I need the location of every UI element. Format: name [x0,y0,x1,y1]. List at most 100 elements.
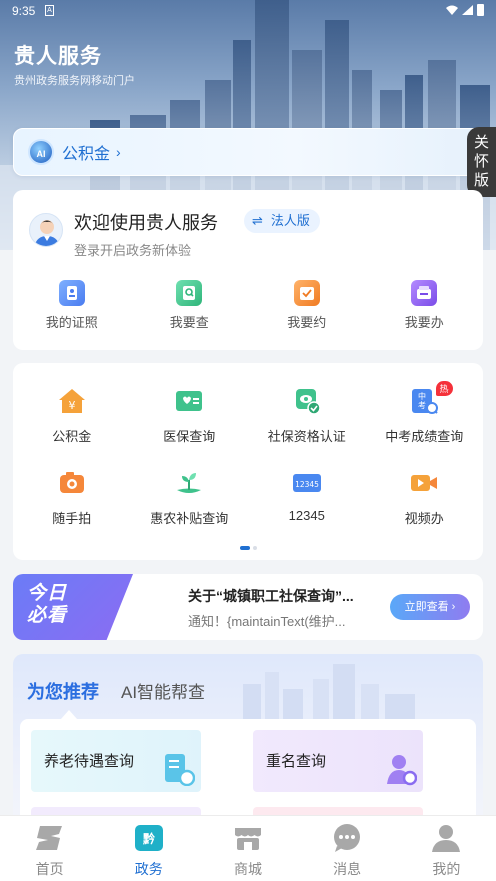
rec-item-pension[interactable]: 养老待遇查询 [31,730,201,792]
tab-label: 政务 [134,861,163,877]
service-social-auth[interactable]: 社保资格认证 [248,383,366,465]
service-12345[interactable]: 12345 12345 [248,465,366,547]
notice-body: 通知！{maintainText(维护... [188,614,346,629]
signal-icon [462,5,473,15]
video-camera-icon [409,468,439,498]
hotline-12345-icon: 12345 [292,468,322,498]
svg-text:12345: 12345 [295,480,319,489]
gjj-quick-entry[interactable]: AI 公积金 › [13,128,483,176]
tab-home[interactable]: 首页 [0,816,99,881]
ai-assistant-icon: AI [28,139,54,165]
app-subtitle: 贵州政务服务网移动门户 [14,75,135,87]
quick-my-licenses[interactable]: 我的证照 [13,280,131,340]
message-icon [331,822,363,854]
service-label: 医保查询 [163,429,216,444]
care-mode-label-3: 版 [473,172,489,189]
avatar[interactable] [29,213,63,247]
sim-icon: A [45,5,54,16]
status-bar: 9:35 A [0,0,496,22]
camera-icon [57,468,87,498]
tab-pointer [61,710,77,719]
rec-item-label: 重名查询 [266,753,327,770]
rec-item-name-check[interactable]: 重名查询 [253,730,423,792]
services-card: ¥ 公积金 医保查询 社保资格认证 热 中考 中考成绩查询 随手拍 惠农补贴查询… [13,363,483,560]
tab-ai-help[interactable]: AI智能帮查 [121,678,205,703]
notice-title: 关于“城镇职工社保查询”... [188,588,354,604]
service-farm-subsidy[interactable]: 惠农补贴查询 [131,465,249,547]
app-title: 贵人服务 [14,45,102,68]
tab-profile[interactable]: 我的 [397,816,496,881]
tab-label: 商城 [233,861,262,877]
exam-search-icon: 中考 [409,386,439,416]
service-label: 随手拍 [52,511,92,526]
pager-dots [13,537,483,555]
sprout-icon [174,468,204,498]
quick-label: 我要办 [404,315,444,330]
tab-recommend[interactable]: 为您推荐 [27,678,99,704]
quick-label: 我要约 [287,315,327,330]
service-medical[interactable]: 医保查询 [131,383,249,465]
service-gjj[interactable]: ¥ 公积金 [13,383,131,465]
status-time: 9:35 [12,4,36,18]
svg-text:¥: ¥ [68,399,75,412]
rec-item-label: 养老待遇查询 [44,753,135,770]
today-tag-line1: 今日 [27,583,68,604]
svg-text:中: 中 [418,391,426,401]
care-mode-toggle[interactable]: 关 怀 版 [467,127,496,197]
home-logo-icon [34,822,66,854]
tab-label: 消息 [333,861,362,877]
swap-icon: ⇌ [252,213,263,228]
quick-label: 我要查 [169,315,209,330]
tab-label: 我的 [432,861,461,877]
quick-query[interactable]: 我要查 [131,280,249,340]
store-icon [232,822,264,854]
id-card-icon [58,280,85,306]
today-notice-card[interactable]: 今日 必看 关于“城镇职工社保查询”... 通知！{maintainText(维… [13,574,483,640]
gov-affairs-icon: 黔 [133,822,165,854]
corp-version-button[interactable]: ⇌ 法人版 [244,209,320,233]
social-auth-icon [292,386,322,416]
view-now-button[interactable]: 立即查看 › [390,594,470,620]
care-mode-label-1: 关 [473,134,489,151]
tab-messages[interactable]: 消息 [298,816,397,881]
wifi-icon [446,5,458,15]
welcome-title: 欢迎使用贵人服务 [74,213,218,233]
svg-text:黔: 黔 [143,831,155,846]
service-label: 中考成绩查询 [385,429,464,444]
bottom-tab-bar: 首页 黔 政务 商城 消息 我的 [0,815,496,881]
svg-text:考: 考 [418,401,426,410]
welcome-card: 欢迎使用贵人服务 ⇌ 法人版 登录开启政务新体验 我的证照 我要查 我要约 我要… [13,190,483,350]
quick-handle[interactable]: 我要办 [366,280,484,340]
service-video[interactable]: 视频办 [366,465,484,547]
service-snapshot[interactable]: 随手拍 [13,465,131,547]
battery-icon [477,4,484,16]
services-grid: ¥ 公积金 医保查询 社保资格认证 热 中考 中考成绩查询 随手拍 惠农补贴查询… [13,381,484,547]
service-label: 公积金 [52,429,92,444]
service-label: 视频办 [404,511,444,526]
search-doc-icon [176,280,203,306]
login-prompt[interactable]: 登录开启政务新体验 [74,240,191,259]
profile-icon [430,822,462,854]
service-label: 社保资格认证 [267,429,346,444]
medical-card-icon [174,386,204,416]
pension-search-icon [165,754,195,786]
quick-appointment[interactable]: 我要约 [248,280,366,340]
tab-gov[interactable]: 黔 政务 [99,816,198,881]
folder-icon [411,280,438,306]
service-exam-score[interactable]: 热 中考 中考成绩查询 [366,381,484,465]
recommend-section: 为您推荐 AI智能帮查 养老待遇查询 重名查询 [13,654,483,824]
pager-dot[interactable] [252,546,257,550]
calendar-check-icon [293,280,320,306]
today-tag-line2: 必看 [27,605,68,626]
tab-label: 首页 [35,861,64,877]
care-mode-label-2: 怀 [473,153,489,170]
quick-label: 我的证照 [45,315,98,330]
person-search-icon [387,755,417,786]
service-label: 惠农补贴查询 [150,511,229,526]
chevron-right-icon: › [116,144,121,160]
tab-store[interactable]: 商城 [198,816,297,881]
corp-version-label: 法人版 [270,213,310,228]
pager-dot-active [239,546,250,550]
house-yuan-icon: ¥ [57,386,87,416]
gjj-label: 公积金 [62,146,111,163]
